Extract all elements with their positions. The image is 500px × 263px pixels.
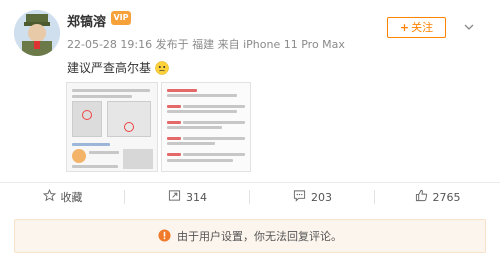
image-text-line <box>183 153 245 156</box>
weibo-post-card: 郑镐溶 VIP 22-05-28 19:16 发布于 福建 来自 iPhone … <box>0 0 500 263</box>
chevron-down-icon[interactable] <box>462 20 476 34</box>
image-photo <box>107 101 151 137</box>
image-text-line <box>89 151 119 154</box>
image-text-line <box>167 137 181 140</box>
image-text-line <box>167 89 197 92</box>
post-text-content: 建议严查高尔基 <box>67 61 152 75</box>
comment-icon <box>293 189 306 205</box>
image-text-line <box>167 110 237 113</box>
favorite-button[interactable]: 收藏 <box>0 183 125 211</box>
image-text-line <box>183 121 245 124</box>
repost-button[interactable]: 314 <box>125 183 250 211</box>
post-meta: 22-05-28 19:16 发布于 福建 来自 iPhone 11 Pro M… <box>67 38 345 51</box>
image-text-line <box>183 137 245 140</box>
image-text-line <box>167 105 181 108</box>
favorite-label: 收藏 <box>60 191 83 204</box>
image-text-line <box>167 94 237 97</box>
follow-button[interactable]: + 关注 <box>387 17 446 38</box>
repost-count: 314 <box>186 190 207 204</box>
notice-text: 由于用户设置，你无法回复评论。 <box>177 230 342 243</box>
image-text-line <box>72 143 110 146</box>
image-photo <box>72 101 102 137</box>
image-text-line <box>167 159 233 162</box>
image-text-line <box>167 126 222 129</box>
repost-icon <box>168 189 181 205</box>
image-text-line <box>167 142 215 145</box>
post-text: 建议严查高尔基 <box>67 59 169 76</box>
star-icon <box>42 188 56 205</box>
vip-badge: VIP <box>111 11 131 25</box>
image-text-line <box>72 95 132 98</box>
comment-button[interactable]: 203 <box>250 183 375 211</box>
like-button[interactable]: 2765 <box>375 183 500 211</box>
plus-icon: + <box>399 21 410 34</box>
image-text-line <box>72 165 118 168</box>
emoji-icon <box>155 61 169 75</box>
image-avatar <box>72 149 86 163</box>
post-image-1[interactable] <box>66 82 158 172</box>
username[interactable]: 郑镐溶 <box>67 11 106 30</box>
post-image-2[interactable] <box>161 82 251 172</box>
image-text-line <box>183 105 245 108</box>
image-text-line <box>72 89 150 92</box>
image-photo <box>123 149 153 169</box>
avatar[interactable] <box>14 10 60 56</box>
image-text-line <box>167 153 181 156</box>
like-count: 2765 <box>432 190 461 204</box>
reply-disabled-notice: 由于用户设置，你无法回复评论。 <box>14 219 486 253</box>
comment-count: 203 <box>311 190 332 204</box>
thumbs-up-icon <box>415 189 428 205</box>
follow-label: 关注 <box>411 21 434 34</box>
warning-icon <box>158 227 171 246</box>
image-text-line <box>167 121 181 124</box>
